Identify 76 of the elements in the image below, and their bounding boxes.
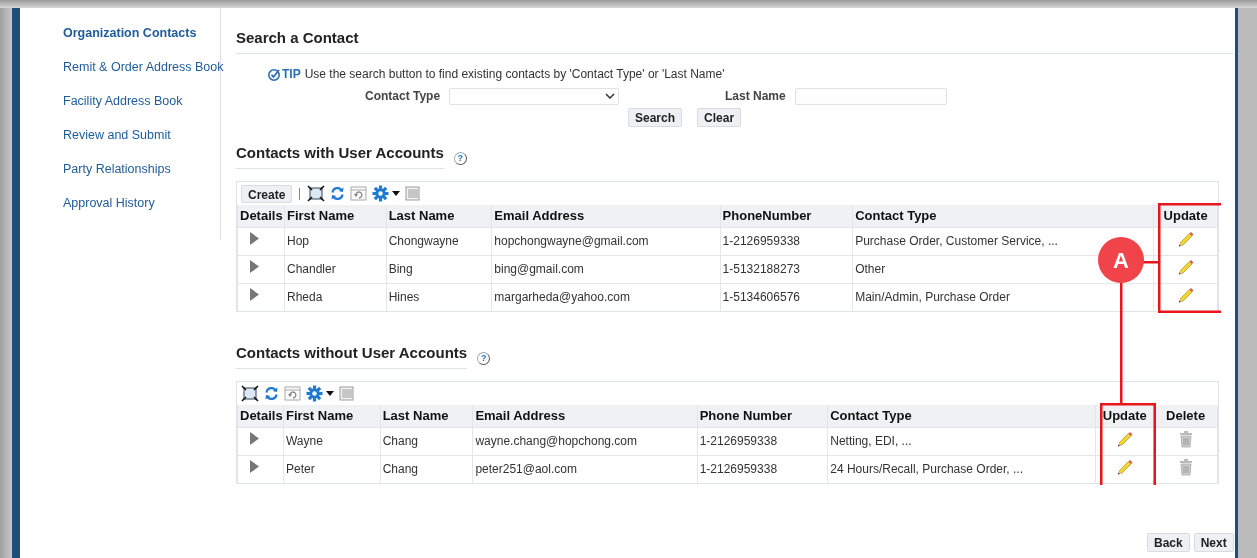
section-heading: Search a Contact (236, 28, 360, 48)
column-header: Email Address (491, 205, 721, 227)
nav-link[interactable]: Approval History (63, 195, 220, 212)
table-cell: Chang (380, 455, 473, 483)
gear-dropdown-icon[interactable] (306, 385, 334, 402)
tip-label: TIP (282, 65, 301, 83)
column-header: PhoneNumber (720, 205, 853, 227)
create-button[interactable]: Create (241, 184, 293, 203)
table-cell: Bing (386, 255, 492, 283)
table-cell: 1-5132188273 (720, 255, 853, 283)
check-icon (267, 66, 281, 81)
tip-text: Use the search button to find existing contacts by 'Contact Type' or 'Last Name' (304, 65, 725, 83)
callout-marker (1098, 237, 1144, 283)
column-header: Last Name (380, 405, 473, 427)
refresh-icon[interactable] (264, 386, 279, 401)
expand-icon[interactable] (307, 185, 326, 202)
table-cell: 1-2126959338 (697, 427, 828, 455)
expand-arrow-icon[interactable] (250, 432, 259, 445)
button[interactable]: Search (628, 108, 683, 127)
table-cell: hopchongwayne@gmail.com (491, 227, 721, 255)
nav-link[interactable]: Review and Submit (63, 127, 220, 144)
trash-icon[interactable] (1178, 429, 1193, 448)
pencil-icon[interactable] (1176, 285, 1195, 304)
gear-dropdown-icon[interactable] (372, 185, 401, 202)
table-cell: 1-2126959338 (697, 455, 828, 483)
pencil-icon[interactable] (1176, 257, 1195, 276)
expand-arrow-icon[interactable] (250, 260, 259, 273)
table-cell: margarheda@yahoo.com (491, 283, 721, 311)
expand-arrow-icon[interactable] (250, 460, 259, 474)
column-header: Phone Number (697, 405, 828, 427)
nav-link[interactable]: Party Relationships (63, 161, 220, 178)
table-cell: wayne.chang@hopchong.com (472, 427, 698, 455)
section-heading: Contacts without User Accounts (236, 343, 468, 363)
expand-arrow-icon[interactable] (250, 232, 259, 245)
pencil-icon[interactable] (1176, 229, 1195, 248)
field-label: Contact Type (365, 88, 442, 105)
window-icon[interactable] (284, 386, 301, 401)
table-cell: 24 Hours/Recall, Purchase Order, ... (827, 455, 1096, 483)
table-cell: 1-5134606576 (720, 283, 853, 311)
table-cell: Netting, EDI, ... (827, 427, 1096, 455)
pencil-icon[interactable] (1115, 457, 1134, 476)
column-header: Email Address (472, 405, 698, 427)
refresh-icon[interactable] (330, 186, 346, 201)
chevron-down-icon (605, 93, 615, 99)
column-header: Last Name (386, 205, 492, 227)
column-header: Contact Type (827, 405, 1096, 427)
section-heading: Contacts with User Accounts (236, 143, 444, 163)
table-cell: peter251@aol.com (472, 455, 698, 483)
table-cell: bing@gmail.com (491, 255, 721, 283)
expand-icon[interactable] (241, 385, 259, 402)
pencil-icon[interactable] (1115, 429, 1134, 448)
column-header: First Name (284, 205, 387, 227)
column-header: First Name (283, 405, 381, 427)
column-header: Contact Type (852, 205, 1154, 227)
column-header: Details (237, 205, 285, 227)
button[interactable]: Clear (697, 108, 742, 127)
text-field[interactable] (795, 87, 947, 105)
expand-arrow-icon[interactable] (250, 288, 259, 302)
table-cell: Rheda (284, 283, 387, 311)
window-icon[interactable] (350, 186, 368, 201)
table-cell: Chongwayne (386, 227, 492, 255)
button[interactable]: Next (1193, 533, 1234, 552)
table-cell: Hop (284, 227, 387, 255)
table-cell: 1-2126959338 (720, 227, 853, 255)
button[interactable]: Back (1147, 533, 1190, 552)
field-label: Last Name (725, 88, 787, 105)
table-cell: Chang (380, 427, 473, 455)
select-field[interactable] (449, 87, 619, 105)
nav-link[interactable]: Organization Contacts (63, 25, 220, 42)
table-cell: Peter (283, 455, 381, 483)
table-cell: Chandler (284, 255, 387, 283)
trash-icon[interactable] (1178, 457, 1193, 476)
nav-link[interactable]: Facility Address Book (63, 93, 220, 110)
column-header: Details (237, 405, 284, 427)
table-cell: Hines (386, 283, 492, 311)
table-cell: Wayne (283, 427, 381, 455)
